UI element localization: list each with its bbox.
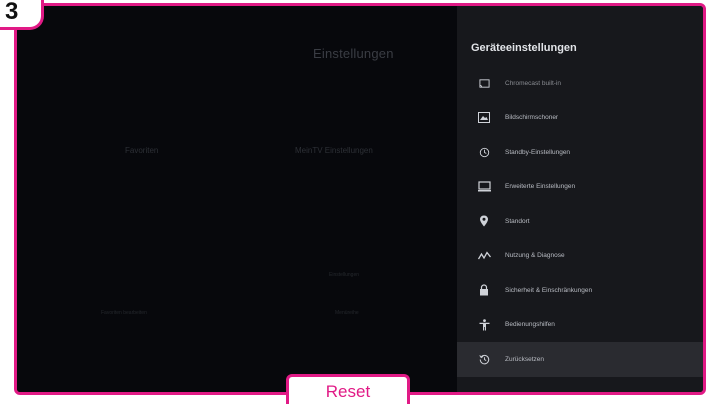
device-settings-panel: Geräteeinstellungen Chromecast built-in … <box>457 6 703 392</box>
settings-menu: Chromecast built-in Bildschirmschoner St… <box>457 66 703 377</box>
step-number-badge: 3 <box>0 0 44 30</box>
cast-icon <box>477 76 491 90</box>
menu-item-security-restrictions[interactable]: Sicherheit & Einschränkungen <box>457 273 703 308</box>
background-small-text-2: Favoriten bearbeiten <box>101 310 147 316</box>
diagnostics-icon <box>477 249 491 263</box>
accessibility-icon <box>477 318 491 332</box>
menu-item-advanced-settings[interactable]: Erweiterte Einstellungen <box>457 170 703 205</box>
menu-item-location[interactable]: Standort <box>457 204 703 239</box>
monitor-icon <box>477 180 491 194</box>
lock-icon <box>477 283 491 297</box>
menu-item-label: Bedienungshilfen <box>505 321 555 329</box>
menu-item-label: Standby-Einstellungen <box>505 148 571 156</box>
background-favorites-label: Favoriten <box>125 146 159 155</box>
location-pin-icon <box>477 214 491 228</box>
menu-item-label: Standort <box>505 217 530 225</box>
background-settings-title: Einstellungen <box>313 46 394 61</box>
menu-item-label: Erweiterte Einstellungen <box>505 183 576 191</box>
panel-title: Geräteeinstellungen <box>471 42 577 54</box>
menu-item-label: Zurücksetzen <box>505 355 545 363</box>
reset-icon <box>477 352 491 366</box>
menu-item-reset[interactable]: Zurücksetzen <box>457 342 703 377</box>
screensaver-icon <box>477 111 491 125</box>
menu-item-label: Chromecast built-in <box>505 79 561 87</box>
screenshot-frame: Einstellungen Favoriten MeinTV Einstellu… <box>14 3 706 395</box>
menu-item-chromecast[interactable]: Chromecast built-in <box>457 66 703 101</box>
menu-item-label: Sicherheit & Einschränkungen <box>505 286 593 294</box>
menu-item-label: Bildschirmschoner <box>505 114 559 122</box>
menu-item-screensaver[interactable]: Bildschirmschoner <box>457 101 703 136</box>
background-small-text-1: Einstellungen <box>329 272 360 278</box>
standby-icon <box>477 145 491 159</box>
menu-item-standby[interactable]: Standby-Einstellungen <box>457 135 703 170</box>
tv-home-screen-background: Einstellungen Favoriten MeinTV Einstellu… <box>17 6 457 392</box>
menu-item-accessibility[interactable]: Bedienungshilfen <box>457 308 703 343</box>
background-meintv-label: MeinTV Einstellungen <box>295 146 373 155</box>
menu-item-label: Nutzung & Diagnose <box>505 252 565 260</box>
background-small-text-3: Menüreihe <box>335 310 359 316</box>
menu-item-usage-diagnostics[interactable]: Nutzung & Diagnose <box>457 239 703 274</box>
